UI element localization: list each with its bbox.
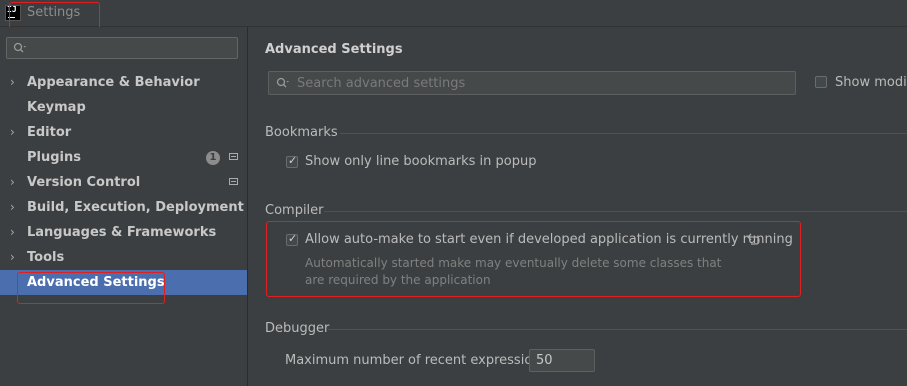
chevron-right-icon[interactable]: › xyxy=(10,220,15,245)
show-modified-checkbox[interactable] xyxy=(815,76,827,88)
sidebar-item-label: Appearance & Behavior xyxy=(27,75,200,90)
advanced-settings-search[interactable] xyxy=(268,71,796,95)
section-title-debugger: Debugger xyxy=(265,321,330,336)
sidebar-item-label: Tools xyxy=(27,250,65,265)
sidebar-item-build-execution-deployment[interactable]: › Build, Execution, Deployment xyxy=(0,195,247,220)
section-title-compiler: Compiler xyxy=(265,203,324,218)
search-icon xyxy=(276,77,289,88)
sidebar-item-editor[interactable]: › Editor xyxy=(0,120,247,145)
title-bar: Settings xyxy=(0,0,907,27)
settings-main-panel: Advanced Settings Show modifi Bookmarks … xyxy=(248,27,907,386)
section-separator xyxy=(324,211,907,212)
sidebar-item-tools[interactable]: › Tools xyxy=(0,245,247,270)
sidebar-item-label: Version Control xyxy=(27,175,141,190)
show-line-bookmarks-label: Show only line bookmarks in popup xyxy=(305,154,537,169)
search-input[interactable] xyxy=(297,74,777,92)
highlight-box-title xyxy=(9,2,100,29)
chevron-right-icon[interactable]: › xyxy=(10,170,15,195)
sidebar-item-label: Plugins xyxy=(27,150,81,165)
show-line-bookmarks-checkbox[interactable] xyxy=(286,154,298,168)
sidebar-item-version-control[interactable]: › Version Control xyxy=(0,170,247,195)
sidebar-item-languages-frameworks[interactable]: › Languages & Frameworks xyxy=(0,220,247,245)
project-settings-icon xyxy=(229,178,238,185)
show-modified-label: Show modifi xyxy=(835,75,907,90)
sidebar-item-label: Languages & Frameworks xyxy=(27,225,217,240)
page-title: Advanced Settings xyxy=(265,42,403,57)
chevron-right-icon[interactable]: › xyxy=(10,120,15,145)
sidebar-item-appearance-behavior[interactable]: › Appearance & Behavior xyxy=(0,70,247,95)
chevron-right-icon[interactable]: › xyxy=(10,245,15,270)
update-count-badge: 1 xyxy=(206,151,220,165)
settings-sidebar: › Appearance & Behavior Keymap › Editor … xyxy=(0,27,248,386)
highlight-box-advanced-settings xyxy=(17,272,165,304)
sidebar-item-keymap[interactable]: Keymap xyxy=(0,95,247,120)
sidebar-search-input[interactable] xyxy=(6,37,238,59)
sidebar-item-plugins[interactable]: Plugins 1 xyxy=(0,145,247,170)
highlight-box-compiler-option xyxy=(266,221,801,297)
section-separator xyxy=(340,133,907,134)
sidebar-item-label: Keymap xyxy=(27,100,86,115)
section-separator xyxy=(328,329,907,330)
chevron-right-icon[interactable]: › xyxy=(10,70,15,95)
max-recent-expressions-input[interactable]: 50 xyxy=(529,349,595,372)
project-settings-icon xyxy=(229,153,238,160)
sidebar-item-label: Editor xyxy=(27,125,72,140)
sidebar-item-label: Build, Execution, Deployment xyxy=(27,200,244,215)
chevron-right-icon[interactable]: › xyxy=(10,195,15,220)
max-recent-expressions-label: Maximum number of recent expressions: xyxy=(285,353,552,368)
search-icon xyxy=(13,42,26,53)
settings-tree: › Appearance & Behavior Keymap › Editor … xyxy=(0,70,247,295)
section-title-bookmarks: Bookmarks xyxy=(265,125,338,140)
